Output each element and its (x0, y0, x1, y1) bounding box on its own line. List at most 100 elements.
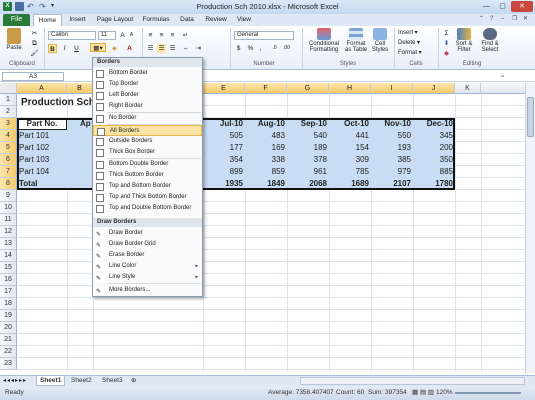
border-option[interactable]: Right Border (93, 101, 202, 112)
borders-button[interactable]: ▦▾ (90, 43, 106, 52)
border-option[interactable]: Top and Double Bottom Border (93, 203, 202, 214)
value-cell[interactable]: 385 (371, 154, 413, 166)
value-cell[interactable]: 200 (413, 142, 455, 154)
row-header[interactable]: 8 (0, 178, 17, 190)
row-header[interactable]: 6 (0, 154, 17, 166)
value-cell[interactable]: 483 (245, 130, 287, 142)
value-cell[interactable]: 859 (245, 166, 287, 178)
column-header[interactable]: G (287, 83, 329, 94)
value-cell[interactable]: 1780 (413, 178, 455, 190)
currency-button[interactable]: $ (234, 44, 243, 53)
close-button[interactable]: ✕ (511, 1, 533, 12)
value-cell[interactable]: 2068 (287, 178, 329, 190)
view-buttons[interactable]: ▦ ▤ ▥ (412, 386, 434, 400)
row-header[interactable]: 13 (0, 238, 17, 250)
draw-border-option[interactable]: ✎ Draw Border (93, 228, 202, 239)
tab-page-layout[interactable]: Page Layout (93, 14, 137, 26)
italic-button[interactable]: I (60, 44, 69, 53)
font-color-icon[interactable]: A (125, 44, 134, 53)
align-bottom-icon[interactable]: ≡ (168, 31, 177, 40)
align-top-icon[interactable]: ≡ (146, 31, 155, 40)
part-name-cell[interactable]: Part 103 (17, 154, 67, 166)
comma-button[interactable]: , (256, 44, 265, 53)
cell-styles-button[interactable]: Cell Styles (370, 28, 390, 53)
column-header[interactable]: J (413, 83, 455, 94)
format-as-table-button[interactable]: Format as Table (343, 28, 369, 53)
column-header[interactable]: K (455, 83, 481, 94)
draw-border-option[interactable]: ✎ Line Color ▸ (93, 261, 202, 272)
value-cell[interactable]: 350 (413, 154, 455, 166)
align-left-icon[interactable]: ☰ (146, 44, 155, 53)
value-cell[interactable]: 885 (413, 166, 455, 178)
find-select-button[interactable]: Find & Select (477, 28, 503, 53)
value-cell[interactable]: 309 (329, 154, 371, 166)
window-minimize-icon[interactable]: – (501, 15, 509, 23)
align-center-icon[interactable]: ☰ (157, 44, 166, 53)
sort-filter-button[interactable]: Sort & Filter (452, 28, 476, 53)
shrink-font-icon[interactable]: A (127, 31, 136, 40)
align-middle-icon[interactable]: ≡ (157, 31, 166, 40)
help-icon[interactable]: ? (490, 15, 498, 23)
tab-data[interactable]: Data (175, 14, 199, 26)
border-option[interactable]: No Border (93, 113, 202, 124)
part-name-cell[interactable]: Part 102 (17, 142, 67, 154)
border-option[interactable]: Left Border (93, 90, 202, 101)
value-cell[interactable]: 378 (287, 154, 329, 166)
indent-icon[interactable]: ⇥ (194, 44, 203, 53)
sheet-tab[interactable]: Sheet2 (68, 376, 95, 386)
vertical-scrollbar[interactable] (525, 83, 535, 373)
row-header[interactable]: 23 (0, 358, 17, 370)
column-header[interactable]: H (329, 83, 371, 94)
part-name-cell[interactable]: Part 104 (17, 166, 67, 178)
spreadsheet-grid[interactable]: A B E F G H I J K 1 2 3 4 5 6 7 8 9 10 11 12 13 14 15 1… (0, 83, 530, 373)
minimize-ribbon-icon[interactable]: ⌃ (479, 15, 487, 23)
row-header[interactable]: 17 (0, 286, 17, 298)
value-cell[interactable]: 961 (287, 166, 329, 178)
insert-cells-button[interactable]: Insert ▾ (398, 29, 418, 36)
month-header[interactable]: Jul-10 (203, 118, 245, 130)
value-cell[interactable]: 441 (329, 130, 371, 142)
column-header[interactable]: A (17, 83, 67, 94)
value-cell[interactable]: 154 (329, 142, 371, 154)
scroll-thumb[interactable] (527, 97, 534, 137)
font-size-box[interactable]: 11 (98, 31, 116, 40)
value-cell[interactable]: 354 (203, 154, 245, 166)
number-format-box[interactable]: General (234, 31, 294, 40)
value-cell[interactable]: 177 (203, 142, 245, 154)
value-cell[interactable]: 540 (287, 130, 329, 142)
value-cell[interactable]: 1849 (245, 178, 287, 190)
row-header[interactable]: 14 (0, 250, 17, 262)
zoom-slider[interactable] (455, 392, 521, 394)
month-header[interactable]: Oct-10 (329, 118, 371, 130)
autosum-icon[interactable]: Σ (442, 29, 451, 38)
row-header[interactable]: 1 (0, 94, 17, 106)
sheet-tab[interactable]: Sheet3 (99, 376, 126, 386)
value-cell[interactable]: 189 (287, 142, 329, 154)
select-all-corner[interactable] (0, 83, 17, 94)
fill-color-icon[interactable]: ◈ (110, 44, 119, 53)
window-close-icon[interactable]: ✕ (523, 15, 531, 23)
expand-formula-icon[interactable]: ⌄ (500, 72, 505, 79)
row-header[interactable]: 5 (0, 142, 17, 154)
border-option[interactable]: Thick Box Border (93, 147, 202, 158)
value-cell[interactable]: 899 (203, 166, 245, 178)
insert-sheet-icon[interactable]: ⊕ (128, 376, 139, 386)
wrap-text-icon[interactable]: ↵ (181, 31, 190, 40)
row-header[interactable]: 20 (0, 322, 17, 334)
value-cell[interactable]: 2107 (371, 178, 413, 190)
increase-decimal-icon[interactable]: .0 (270, 44, 279, 53)
draw-border-option[interactable]: ✎ Draw Border Grid (93, 239, 202, 250)
value-cell[interactable]: 785 (329, 166, 371, 178)
delete-cells-button[interactable]: Delete ▾ (398, 39, 420, 46)
maximize-button[interactable]: ▢ (495, 1, 510, 12)
row-header[interactable]: 16 (0, 274, 17, 286)
value-cell[interactable]: 1689 (329, 178, 371, 190)
merge-center-icon[interactable]: ⇔ (181, 44, 190, 53)
border-option[interactable]: Top and Thick Bottom Border (93, 192, 202, 203)
value-cell[interactable]: 345 (413, 130, 455, 142)
border-option[interactable]: Top Border (93, 79, 202, 90)
row-header[interactable]: 9 (0, 190, 17, 202)
align-right-icon[interactable]: ☰ (168, 44, 177, 53)
row-header[interactable]: 15 (0, 262, 17, 274)
month-header[interactable]: Dec-10 (413, 118, 455, 130)
